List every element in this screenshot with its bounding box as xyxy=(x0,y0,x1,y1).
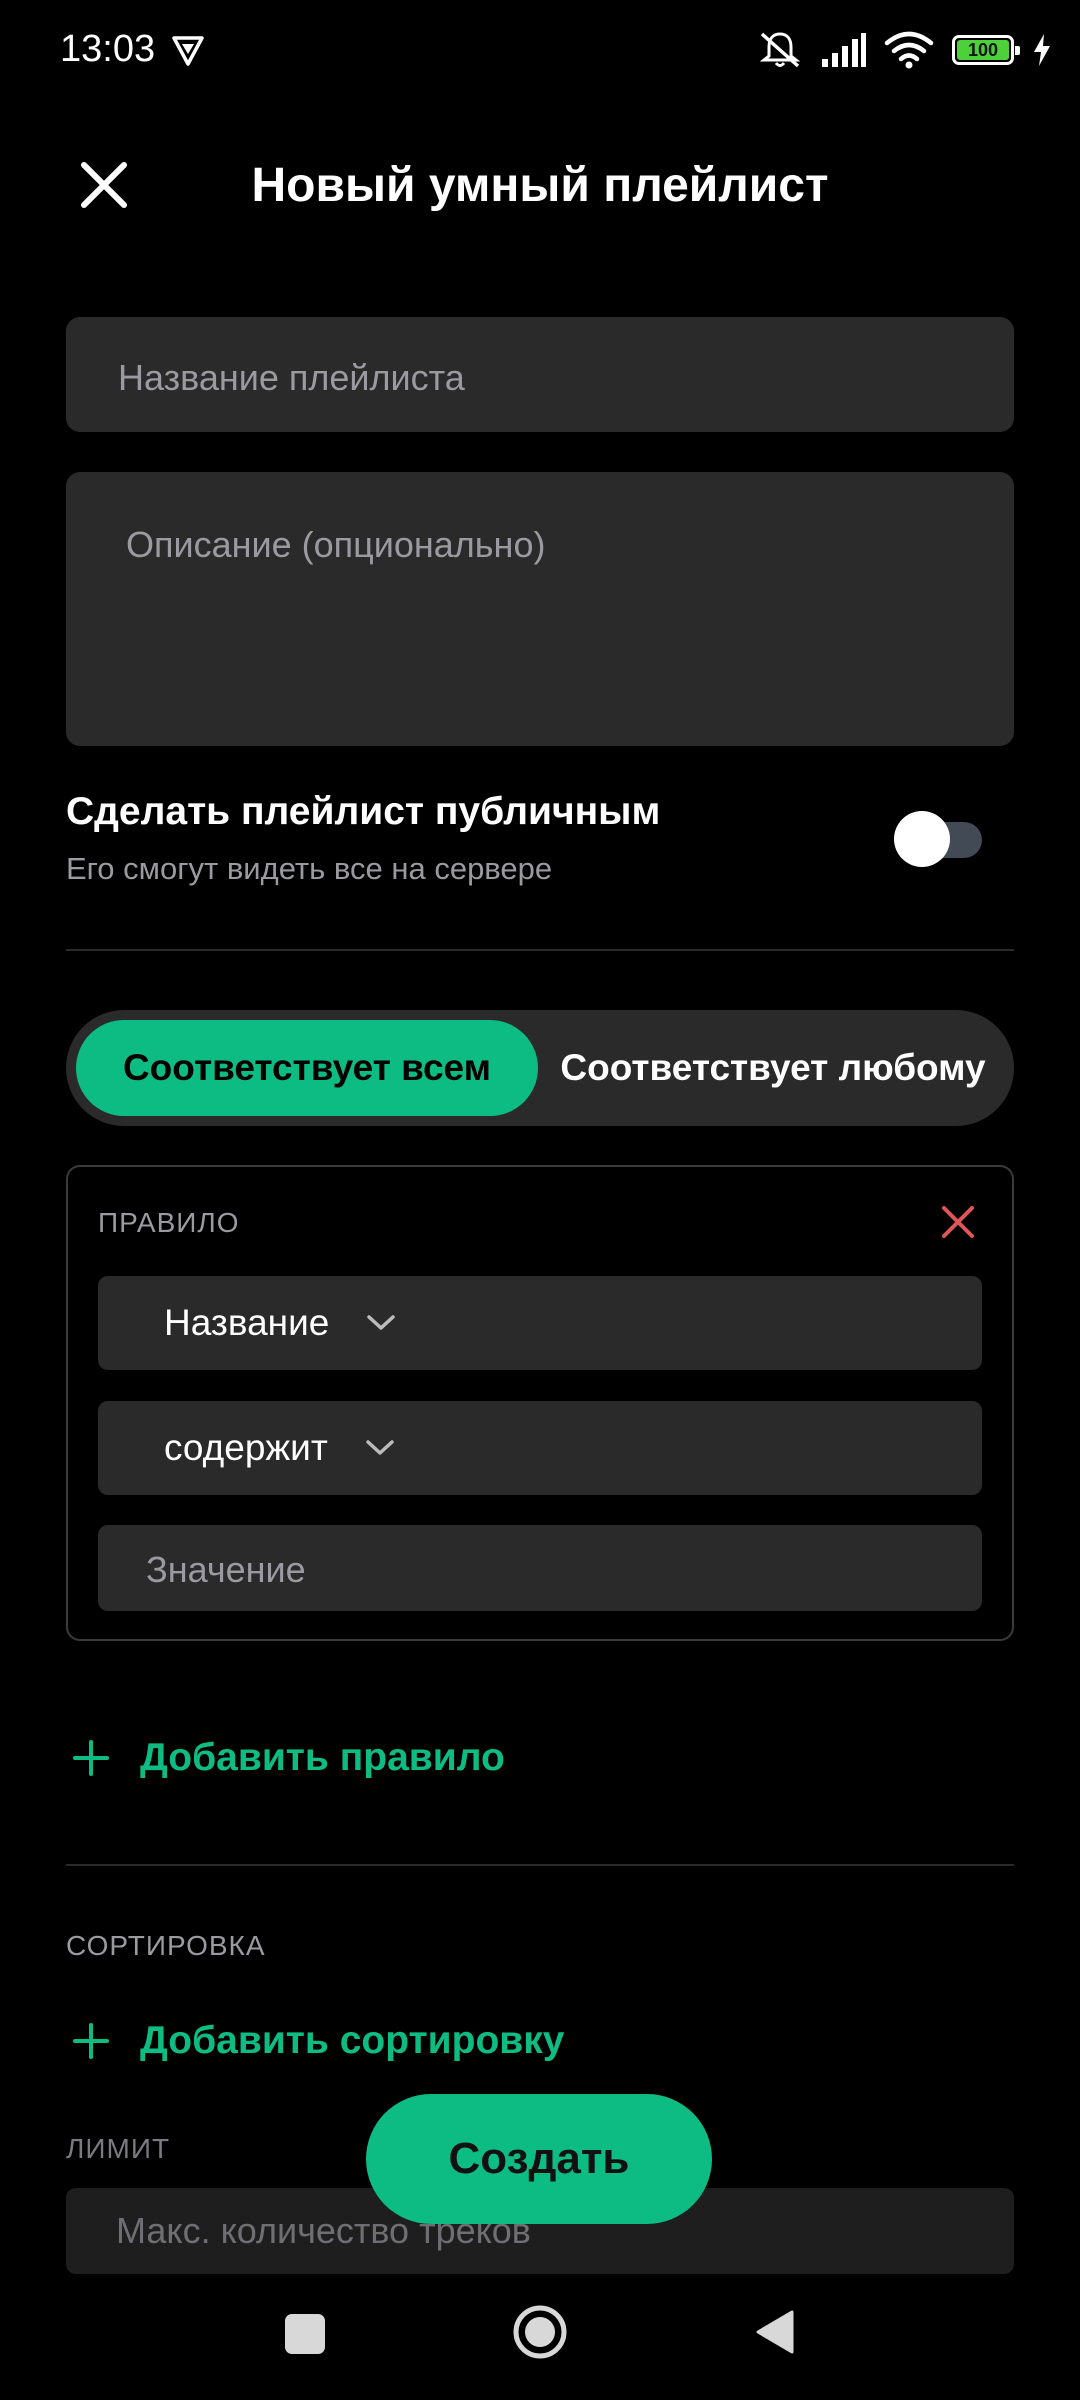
add-sorting-button[interactable]: Добавить сортировку xyxy=(72,2019,564,2063)
playlist-description-input[interactable]: Описание (опционально) xyxy=(66,472,1014,746)
limit-label: ЛИМИТ xyxy=(66,2133,171,2164)
rule-label: ПРАВИЛО xyxy=(98,1207,240,1238)
rule-field-dropdown[interactable]: Название xyxy=(98,1276,982,1370)
add-sorting-label: Добавить сортировку xyxy=(140,2019,565,2062)
sorting-label: СОРТИРОВКА xyxy=(66,1930,266,1961)
chevron-down-icon xyxy=(367,1315,396,1330)
rule-operator-dropdown[interactable]: содержит xyxy=(98,1401,982,1495)
rule-field-value: Название xyxy=(164,1302,330,1343)
signal-icon xyxy=(822,33,866,67)
rule-operator-value: содержит xyxy=(164,1427,328,1468)
page-title: Новый умный плейлист xyxy=(251,159,829,212)
remove-rule-icon[interactable] xyxy=(938,1202,978,1242)
mute-icon xyxy=(759,32,801,68)
recents-button[interactable] xyxy=(285,2314,325,2354)
rule-value-input[interactable]: Значение xyxy=(98,1525,982,1611)
public-toggle-label: Сделать плейлист публичным xyxy=(66,790,661,833)
plus-icon xyxy=(73,2023,109,2059)
plus-icon xyxy=(73,1740,109,1776)
status-time: 13:03 xyxy=(60,28,156,70)
public-toggle-description: Его смогут видеть все на сервере xyxy=(66,851,553,886)
status-icons: 100 xyxy=(758,28,1052,72)
public-toggle-thumb[interactable] xyxy=(894,811,950,867)
charging-icon xyxy=(1034,34,1050,66)
chevron-down-icon xyxy=(366,1440,394,1455)
divider xyxy=(66,949,1014,951)
home-button[interactable] xyxy=(510,2302,570,2362)
match-all-option[interactable]: Соответствует всем xyxy=(76,1020,538,1116)
playlist-name-input[interactable]: Название плейлиста xyxy=(66,317,1014,432)
wifi-icon xyxy=(884,31,934,69)
battery-icon: 100 xyxy=(952,35,1020,65)
battery-level: 100 xyxy=(967,39,999,60)
match-any-option[interactable]: Соответствует любому xyxy=(538,1020,1008,1116)
back-button[interactable] xyxy=(752,2308,796,2356)
add-rule-button[interactable]: Добавить правило xyxy=(72,1736,505,1780)
divider xyxy=(66,1864,1014,1866)
create-button[interactable]: Создать xyxy=(366,2094,712,2224)
vpn-icon xyxy=(172,36,204,66)
add-rule-label: Добавить правило xyxy=(140,1736,505,1779)
